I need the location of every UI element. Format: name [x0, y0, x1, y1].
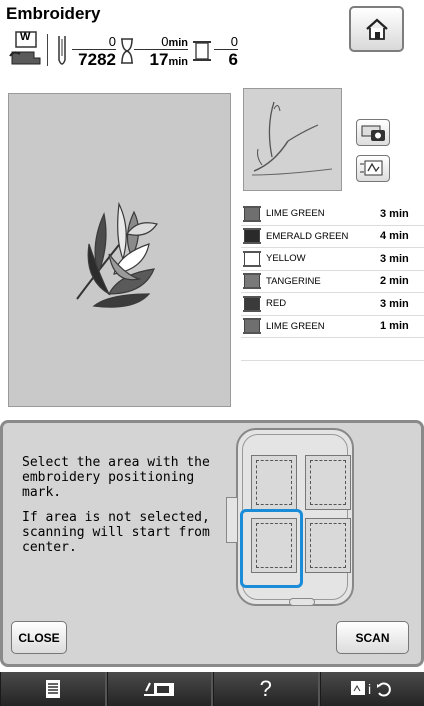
close-button[interactable]: CLOSE: [11, 621, 67, 654]
home-icon: [365, 18, 388, 40]
scan-button[interactable]: SCAN: [336, 621, 409, 654]
hoop-screw: [289, 598, 315, 606]
time-current-unit: min: [168, 37, 188, 49]
thumbnail-image: [251, 101, 333, 176]
color-list-item: LIME GREEN 1 min: [241, 316, 424, 338]
color-list-item-empty: [241, 338, 424, 361]
machine-icon: [144, 682, 175, 696]
image-icon: [360, 160, 383, 176]
embroidery-design-image: [76, 201, 158, 308]
embroidery-preview: [8, 93, 231, 407]
menu-tab[interactable]: [0, 672, 107, 706]
area-bottom-right-button[interactable]: [305, 518, 351, 573]
color-name: RED: [266, 298, 287, 310]
stitch-count-total: 7282: [72, 49, 116, 70]
camera-icon: [361, 125, 385, 141]
settings-tab[interactable]: i: [319, 672, 424, 706]
color-list-item: EMERALD GREEN 4 min: [241, 226, 424, 248]
camera-button[interactable]: [356, 119, 390, 146]
thread-spool-icon: [243, 318, 261, 335]
dialog-text-note: If area is not selected, scanning will s…: [22, 510, 210, 555]
bottom-toolbar: ? i: [0, 672, 424, 706]
area-top-left-button[interactable]: [251, 455, 297, 510]
color-time: 4 min: [380, 230, 409, 243]
hourglass-icon: [120, 38, 134, 64]
time-total-unit: min: [168, 56, 188, 68]
thread-color-list: LIME GREEN 3 min EMERALD GREEN 4 min YEL…: [241, 203, 424, 361]
color-time: 1 min: [380, 320, 409, 333]
time-counter: 0min 17min: [134, 34, 188, 70]
color-name: EMERALD GREEN: [266, 230, 349, 242]
divider: [47, 34, 48, 66]
page-title: Embroidery: [6, 4, 101, 23]
thread-spool-icon: [243, 250, 261, 267]
color-time: 3 min: [380, 207, 409, 220]
color-list-item: RED 3 min: [241, 293, 424, 316]
settings-icon: i: [351, 681, 392, 697]
needle-icon: [54, 36, 70, 68]
thread-spool-icon: [243, 295, 261, 312]
dialog-message: Select the area with the embroidery posi…: [22, 455, 237, 565]
design-thumbnail: [243, 88, 342, 191]
thread-change-current: 0: [230, 34, 238, 49]
color-name: YELLOW: [266, 253, 306, 265]
thread-change-total: 6: [214, 49, 238, 70]
svg-text:i: i: [368, 681, 371, 697]
area-top-right-button[interactable]: [305, 455, 351, 510]
question-icon: ?: [259, 676, 272, 701]
color-time: 2 min: [380, 275, 409, 288]
help-tab[interactable]: ?: [213, 672, 320, 706]
color-name: TANGERINE: [266, 275, 321, 287]
image-display-button[interactable]: [356, 155, 390, 182]
color-list-item: TANGERINE 2 min: [241, 271, 424, 293]
presser-foot-label: W: [20, 31, 31, 43]
color-list-item: YELLOW 3 min: [241, 248, 424, 271]
thread-spool-icon: [243, 273, 261, 290]
time-total: 17: [149, 50, 169, 69]
stitch-count-current: 0: [108, 34, 116, 49]
home-button[interactable]: [349, 6, 404, 52]
machine-tab[interactable]: [106, 672, 213, 706]
color-list-item: LIME GREEN 3 min: [241, 203, 424, 226]
dialog-text-instruction: Select the area with the embroidery posi…: [22, 455, 210, 500]
thread-spool-icon: [243, 205, 261, 222]
color-time: 3 min: [380, 297, 409, 310]
color-name: LIME GREEN: [266, 320, 325, 332]
thread-spool-icon: [243, 228, 261, 245]
document-list-icon: [45, 680, 60, 698]
stitch-counter: 0 7282: [72, 34, 116, 70]
color-time: 3 min: [380, 252, 409, 265]
color-name: LIME GREEN: [266, 208, 325, 220]
thread-spool-icon: [192, 40, 212, 62]
thread-change-counter: 0 6: [214, 34, 238, 70]
presser-foot-indicator: W: [8, 30, 44, 68]
hoop-clip: [226, 497, 238, 543]
selected-area-highlight: [240, 509, 303, 588]
